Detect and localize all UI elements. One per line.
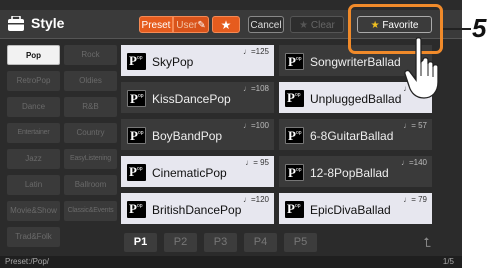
category-retropop[interactable]: RetroPop bbox=[7, 71, 60, 91]
category-latin[interactable]: Latin bbox=[7, 175, 60, 195]
page-tabs: ⮤ P1 P2 P3 P4 P5 bbox=[121, 233, 443, 253]
logo-letter: P bbox=[288, 165, 296, 180]
logo-letter: P bbox=[129, 164, 137, 179]
style-name: CinematicPop bbox=[152, 166, 227, 180]
logo-superscript: op bbox=[137, 166, 143, 172]
style-name: KissDancePop bbox=[152, 92, 231, 106]
category-trad-folk[interactable]: Trad&Folk bbox=[7, 227, 60, 247]
up-arrow-icon[interactable]: ⮤ bbox=[423, 235, 431, 251]
style-name: BritishDancePop bbox=[152, 203, 242, 217]
pop-style-logo-icon: Pop bbox=[127, 201, 146, 218]
logo-letter: P bbox=[129, 201, 137, 216]
style-name: UnpluggedBallad bbox=[310, 92, 402, 106]
user-tab-label: User bbox=[176, 20, 198, 31]
category-classic-events[interactable]: Classic&Events bbox=[64, 201, 117, 221]
style-item[interactable]: Pop CinematicPop ♩= 95 bbox=[121, 156, 274, 187]
style-name: 12-8PopBallad bbox=[310, 166, 389, 180]
clear-button[interactable]: ★ Clear bbox=[290, 16, 344, 33]
logo-letter: P bbox=[288, 128, 296, 143]
pop-style-logo-icon: Pop bbox=[127, 53, 146, 70]
user-tab[interactable]: User✎ bbox=[173, 16, 209, 33]
logo-superscript: op bbox=[296, 56, 302, 62]
category-ballroom[interactable]: Ballroom bbox=[64, 175, 117, 195]
style-tempo: ♩=100 bbox=[242, 121, 269, 130]
category-country[interactable]: Country bbox=[64, 123, 117, 143]
style-tempo: ♩=125 bbox=[242, 47, 269, 56]
logo-letter: P bbox=[287, 90, 295, 105]
logo-letter: P bbox=[130, 91, 138, 106]
logo-superscript: op bbox=[138, 130, 144, 136]
style-name: SkyPop bbox=[152, 55, 194, 69]
pop-style-logo-icon: Pop bbox=[285, 164, 304, 181]
app-title: Style bbox=[31, 15, 65, 31]
style-tempo: ♩= 79 bbox=[403, 195, 427, 204]
category-movie-show[interactable]: Movie&Show bbox=[7, 201, 60, 221]
style-item[interactable]: Pop EpicDivaBallad ♩= 79 bbox=[279, 193, 432, 224]
style-tempo: ♩=140 bbox=[400, 158, 427, 167]
page-tab-p1[interactable]: P1 bbox=[124, 233, 157, 252]
logo-superscript: op bbox=[137, 203, 143, 209]
step-number: 5 bbox=[472, 13, 487, 43]
category-r-b[interactable]: R&B bbox=[64, 97, 117, 117]
star-icon: ★ bbox=[220, 18, 232, 32]
style-name: BoyBandPop bbox=[152, 129, 223, 143]
style-tempo: ♩=108 bbox=[242, 84, 269, 93]
style-item[interactable]: Pop BoyBandPop ♩=100 bbox=[121, 119, 274, 150]
pop-style-logo-icon: Pop bbox=[127, 127, 146, 144]
logo-letter: P bbox=[130, 128, 138, 143]
star-icon: ★ bbox=[299, 20, 309, 31]
category-easylistening[interactable]: EasyListening bbox=[64, 149, 117, 169]
pop-style-logo-icon: Pop bbox=[285, 90, 304, 107]
logo-letter: P bbox=[288, 54, 296, 69]
page-tab-p3[interactable]: P3 bbox=[204, 233, 237, 252]
style-item[interactable]: Pop 12-8PopBallad ♩=140 bbox=[279, 156, 432, 187]
clear-label: Clear bbox=[310, 20, 335, 31]
style-tempo: ♩=120 bbox=[242, 195, 269, 204]
category-entertainer[interactable]: Entertainer bbox=[7, 123, 60, 143]
logo-superscript: op bbox=[138, 93, 144, 99]
style-list: Pop SkyPop ♩=125 Pop SongwriterBallad Pop Kiss… bbox=[121, 45, 443, 230]
pop-style-logo-icon: Pop bbox=[285, 127, 304, 144]
page-tab-p5[interactable]: P5 bbox=[284, 233, 317, 252]
category-pop[interactable]: Pop bbox=[7, 45, 60, 65]
style-item[interactable]: Pop BritishDancePop ♩=120 bbox=[121, 193, 274, 224]
style-icon bbox=[8, 16, 24, 31]
pop-style-logo-icon: Pop bbox=[285, 201, 304, 218]
logo-superscript: op bbox=[296, 167, 302, 173]
style-tempo: ♩= 95 bbox=[245, 158, 269, 167]
style-name: EpicDivaBallad bbox=[310, 203, 391, 217]
logo-superscript: op bbox=[295, 92, 301, 98]
pencil-icon: ✎ bbox=[197, 20, 206, 31]
category-oldies[interactable]: Oldies bbox=[64, 71, 117, 91]
style-name: 6-8GuitarBallad bbox=[310, 129, 394, 143]
callout-leader-line bbox=[443, 28, 471, 30]
pop-style-logo-icon: Pop bbox=[285, 53, 304, 70]
category-rock[interactable]: Rock bbox=[64, 45, 117, 65]
logo-superscript: op bbox=[137, 55, 143, 61]
style-item[interactable]: Pop 6-8GuitarBallad ♩= 57 bbox=[279, 119, 432, 150]
status-bar: Preset:/Pop/ 1/5 bbox=[0, 256, 462, 268]
logo-letter: P bbox=[129, 53, 137, 68]
logo-superscript: op bbox=[296, 130, 302, 136]
pop-style-logo-icon: Pop bbox=[127, 90, 146, 107]
pointing-hand-icon bbox=[404, 37, 439, 99]
logo-superscript: op bbox=[295, 203, 301, 209]
page-tab-p2[interactable]: P2 bbox=[164, 233, 197, 252]
page-tab-p4[interactable]: P4 bbox=[244, 233, 277, 252]
pop-style-logo-icon: Pop bbox=[127, 164, 146, 181]
style-item[interactable]: Pop KissDancePop ♩=108 bbox=[121, 82, 274, 113]
logo-letter: P bbox=[287, 201, 295, 216]
current-path: Preset:/Pop/ bbox=[5, 257, 50, 266]
style-name: SongwriterBallad bbox=[310, 55, 401, 69]
cancel-button[interactable]: Cancel bbox=[248, 16, 284, 33]
preset-tab[interactable]: Preset bbox=[139, 16, 173, 33]
page-indicator: 1/5 bbox=[442, 257, 454, 266]
style-tempo: ♩= 57 bbox=[403, 121, 427, 130]
favorite-tab-button[interactable]: ★ bbox=[212, 16, 240, 33]
category-jazz[interactable]: Jazz bbox=[7, 149, 60, 169]
style-item[interactable]: Pop SkyPop ♩=125 bbox=[121, 45, 274, 76]
category-dance[interactable]: Dance bbox=[7, 97, 60, 117]
